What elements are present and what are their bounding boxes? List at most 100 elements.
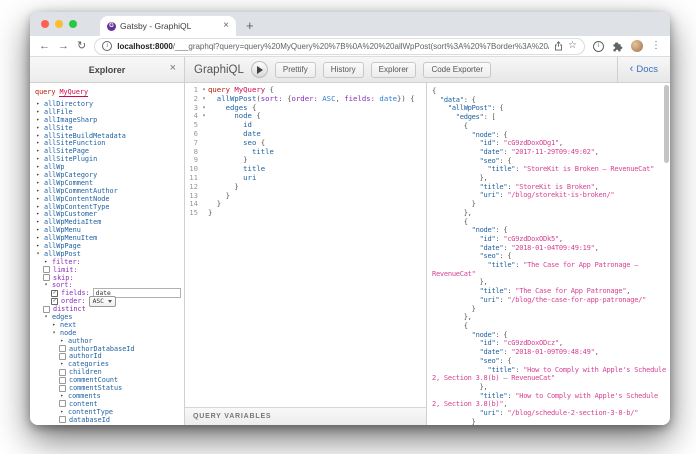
field-checkbox[interactable] <box>59 400 66 408</box>
expand-arrow-icon[interactable]: ▸ <box>35 117 41 123</box>
fold-arrow-icon[interactable]: ▾ <box>200 86 208 95</box>
query-variables-bar[interactable]: QUERY VARIABLES <box>185 407 426 425</box>
explorer-tree-item[interactable]: ▸ comments <box>35 392 184 400</box>
explorer-tree-item[interactable]: ▸ author <box>35 337 184 345</box>
expand-arrow-icon[interactable]: ▸ <box>35 109 41 115</box>
expand-arrow-icon[interactable]: ▸ <box>35 133 41 139</box>
field-label[interactable]: allWpContentNode <box>44 195 109 203</box>
expand-arrow-icon[interactable]: ▸ <box>59 361 65 367</box>
expand-arrow-icon[interactable]: ▸ <box>59 338 65 344</box>
explorer-tree-item[interactable]: ▸ contentType <box>35 408 184 416</box>
field-label[interactable]: allWpCustomer <box>44 210 97 218</box>
explorer-tree-item[interactable]: ▸ allDirectory <box>35 100 184 108</box>
expand-arrow-icon[interactable]: ▸ <box>35 211 41 217</box>
field-checkbox[interactable] <box>59 376 66 384</box>
explorer-tree-item[interactable]: ▸ allWpContentNode <box>35 195 184 203</box>
query-editor[interactable]: 1 ▾ query MyQuery {2 ▾ allWpPost(sort: {ord… <box>185 83 426 407</box>
explorer-tree-item[interactable]: children <box>35 368 184 376</box>
expand-arrow-icon[interactable]: ▸ <box>35 204 41 210</box>
explorer-tree-item[interactable]: ▸ next <box>35 321 184 329</box>
field-label[interactable]: contentType <box>68 408 113 416</box>
explorer-tree-item[interactable]: ▾ node <box>35 329 184 337</box>
explorer-tree-item[interactable]: ▸ allWpContentType <box>35 203 184 211</box>
explorer-tree-item[interactable]: ▸ allWp <box>35 163 184 171</box>
field-label[interactable]: allWp <box>44 163 64 171</box>
field-label[interactable]: order: <box>61 297 86 305</box>
expand-arrow-icon[interactable]: ▸ <box>35 140 41 146</box>
collapse-arrow-icon[interactable]: ▾ <box>35 251 41 257</box>
explorer-tree-item[interactable]: ▸ allSitePage <box>35 147 184 155</box>
extension-circle-icon[interactable]: i <box>593 40 604 52</box>
expand-arrow-icon[interactable]: ▸ <box>35 125 41 131</box>
field-label[interactable]: allFile <box>44 108 73 116</box>
execute-query-button[interactable] <box>250 61 268 78</box>
field-label[interactable]: allWpMenuItem <box>44 234 97 242</box>
field-label[interactable]: allSiteFunction <box>44 139 105 147</box>
forward-button[interactable]: → <box>58 40 69 52</box>
explorer-tree-item[interactable]: databaseId <box>35 416 184 424</box>
expand-arrow-icon[interactable]: ▸ <box>35 164 41 170</box>
explorer-tree-item[interactable]: skip: <box>35 274 184 282</box>
collapse-arrow-icon[interactable]: ▾ <box>51 330 57 336</box>
fold-arrow-icon[interactable]: ▾ <box>200 95 208 104</box>
explorer-tree-item[interactable]: ▸ allWpCategory <box>35 171 184 179</box>
field-label[interactable]: allWpCommentAuthor <box>44 187 118 195</box>
explorer-tree-item[interactable]: ▸ allWpCommentAuthor <box>35 187 184 195</box>
field-label[interactable]: content <box>69 400 98 408</box>
field-label[interactable]: allSitePage <box>44 147 89 155</box>
explorer-tree-item[interactable]: ▸ categories <box>35 360 184 368</box>
reload-button[interactable]: ↻ <box>77 40 86 52</box>
expand-arrow-icon[interactable]: ▸ <box>59 409 65 415</box>
explorer-tree-item[interactable]: ▸ allImageSharp <box>35 116 184 124</box>
expand-arrow-icon[interactable]: ▸ <box>35 188 41 194</box>
back-button[interactable]: ← <box>39 40 50 52</box>
field-checkbox[interactable] <box>43 266 50 274</box>
explorer-tree-item[interactable]: ▾ allWpPost <box>35 250 184 258</box>
field-label[interactable]: allSite <box>44 124 73 132</box>
field-label[interactable]: allWpMediaItem <box>44 218 101 226</box>
field-label[interactable]: allDirectory <box>44 100 93 108</box>
expand-arrow-icon[interactable]: ▸ <box>35 156 41 162</box>
collapse-arrow-icon[interactable]: ▾ <box>43 314 49 320</box>
explorer-tree-item[interactable]: ✓ order: ASC <box>35 295 184 307</box>
field-label[interactable]: allWpPage <box>44 242 81 250</box>
history-button[interactable]: History <box>322 61 364 78</box>
explorer-tree-item[interactable]: ▸ allWpCustomer <box>35 210 184 218</box>
field-label[interactable]: limit: <box>53 266 78 274</box>
explorer-tree-item[interactable]: ▸ allWpComment <box>35 179 184 187</box>
explorer-tree-item[interactable]: limit: <box>35 266 184 274</box>
operation-name[interactable]: MyQuery <box>59 88 89 97</box>
field-label[interactable]: fields: <box>61 289 90 297</box>
browser-tab[interactable]: G Gatsby - GraphiQL × <box>100 16 236 36</box>
field-label[interactable]: allSitePlugin <box>44 155 97 163</box>
field-checkbox[interactable] <box>59 416 66 424</box>
expand-arrow-icon[interactable]: ▸ <box>51 322 57 328</box>
explorer-tree-item[interactable]: ▸ allSite <box>35 124 184 132</box>
explorer-tree-item[interactable]: ▸ allWpPage <box>35 242 184 250</box>
field-checkbox[interactable] <box>59 352 66 360</box>
expand-arrow-icon[interactable]: ▸ <box>35 227 41 233</box>
field-label[interactable]: skip: <box>53 274 73 282</box>
explorer-tree-item[interactable]: content <box>35 400 184 408</box>
fold-arrow-icon[interactable]: ▾ <box>200 104 208 113</box>
expand-arrow-icon[interactable]: ▸ <box>35 235 41 241</box>
address-bar[interactable]: i localhost:8000/___graphql?query=query%… <box>94 37 585 55</box>
field-checkbox[interactable] <box>43 305 50 313</box>
field-label[interactable]: allWpMenu <box>44 226 81 234</box>
minimize-window-button[interactable] <box>55 20 63 28</box>
bookmark-star-icon[interactable]: ☆ <box>568 41 577 51</box>
field-checkbox[interactable] <box>59 345 66 353</box>
field-label[interactable]: distinct <box>53 305 86 313</box>
prettify-button[interactable]: Prettify <box>274 61 316 78</box>
explorer-tree-item[interactable]: ▸ allSiteFunction <box>35 139 184 147</box>
explorer-close-icon[interactable]: × <box>170 63 176 74</box>
expand-arrow-icon[interactable]: ▸ <box>59 393 65 399</box>
field-label[interactable]: children <box>69 368 102 376</box>
explorer-tree-item[interactable]: authorId <box>35 352 184 360</box>
result-scrollbar[interactable] <box>664 85 669 163</box>
field-checkbox[interactable]: ✓ <box>51 289 58 297</box>
field-label[interactable]: edges <box>52 313 72 321</box>
expand-arrow-icon[interactable]: ▸ <box>35 148 41 154</box>
field-label[interactable]: commentStatus <box>69 384 122 392</box>
new-tab-button[interactable]: + <box>246 19 254 32</box>
